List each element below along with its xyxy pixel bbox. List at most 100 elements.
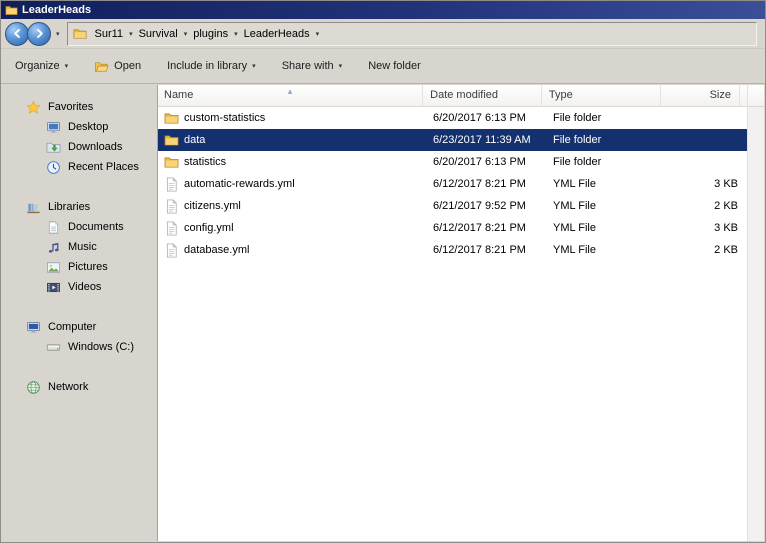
file-name-cell: automatic-rewards.yml [158, 177, 426, 192]
chevron-down-icon: ▾ [252, 62, 256, 70]
sidebar-group-label: Libraries [48, 201, 90, 213]
yml-file-icon [164, 199, 179, 214]
address-folder-icon [73, 27, 87, 41]
recent-pages-chevron-icon[interactable]: ▾ [51, 30, 64, 38]
window-title: LeaderHeads [22, 4, 91, 16]
address-bar[interactable]: Sur11▾Survival▾plugins▾LeaderHeads▾ [67, 22, 757, 46]
navigation-bar: ▾ Sur11▾Survival▾plugins▾LeaderHeads▾ [1, 19, 765, 49]
file-name: database.yml [184, 244, 249, 256]
sidebar-group: Favorites Desktop DownloadsRecent Places [2, 97, 157, 177]
file-name: automatic-rewards.yml [184, 178, 295, 190]
documents-icon [46, 220, 61, 235]
file-row-custom-statistics[interactable]: custom-statistics6/20/2017 6:13 PMFile f… [158, 107, 747, 129]
command-bar: Organize▾OpenInclude in library▾Share wi… [1, 49, 765, 84]
toolbar-open-button[interactable]: Open [94, 59, 141, 74]
file-name: statistics [184, 156, 226, 168]
chevron-down-icon: ▾ [339, 62, 343, 70]
forward-button[interactable] [27, 22, 51, 46]
sidebar-item-windows-c[interactable]: Windows (C:) [2, 337, 157, 357]
file-name-cell: database.yml [158, 243, 426, 258]
open-folder-icon [94, 59, 109, 74]
sidebar-group-label: Computer [48, 321, 96, 333]
music-icon [46, 240, 61, 255]
videos-icon [46, 280, 61, 295]
file-row-statistics[interactable]: statistics 6/20/2017 6:13 PMFile folder [158, 151, 747, 173]
sidebar-item-documents[interactable]: Documents [2, 217, 157, 237]
back-arrow-icon [11, 27, 24, 40]
desktop-icon [46, 120, 61, 135]
sidebar-group-network[interactable]: Network [2, 377, 157, 397]
file-date-cell: 6/12/2017 8:21 PM [426, 222, 546, 234]
column-header-filler [740, 85, 747, 107]
sidebar-group: Libraries Documents Music PicturesVideos [2, 197, 157, 297]
file-type-cell: YML File [546, 200, 666, 212]
sidebar-group-label: Favorites [48, 101, 93, 113]
column-header-size[interactable]: Size [661, 85, 740, 107]
toolbar-label: Include in library [167, 60, 247, 72]
breadcrumb-item-leaderheads[interactable]: LeaderHeads [241, 26, 313, 42]
computer-icon [26, 320, 41, 335]
breadcrumb-expand-icon[interactable]: ▾ [126, 30, 136, 38]
file-date-cell: 6/12/2017 8:21 PM [426, 178, 546, 190]
libraries-icon [26, 200, 41, 215]
toolbar-organize-button[interactable]: Organize▾ [15, 60, 68, 72]
file-type-cell: YML File [546, 244, 666, 256]
star-icon [26, 100, 41, 115]
toolbar-new-folder-button[interactable]: New folder [368, 60, 421, 72]
breadcrumb-expand-icon[interactable]: ▾ [313, 30, 323, 38]
file-date-cell: 6/20/2017 6:13 PM [426, 156, 546, 168]
toolbar-share-with-button[interactable]: Share with ▾ [282, 60, 343, 72]
forward-arrow-icon [33, 27, 46, 40]
navigation-pane: Favorites Desktop DownloadsRecent Places Li… [2, 85, 158, 541]
file-row-database-yml[interactable]: database.yml 6/12/2017 8:21 PMYML File2 K… [158, 239, 747, 261]
file-name: data [184, 134, 205, 146]
sidebar-group-libraries[interactable]: Libraries [2, 197, 157, 217]
title-bar: LeaderHeads [1, 1, 765, 19]
pictures-icon [46, 260, 61, 275]
downloads-icon [46, 140, 61, 155]
sidebar-item-pictures[interactable]: Pictures [2, 257, 157, 277]
sidebar-item-desktop[interactable]: Desktop [2, 117, 157, 137]
file-row-citizens-yml[interactable]: citizens.yml6/21/2017 9:52 PMYML File2 K… [158, 195, 747, 217]
file-size-cell: 2 KB [666, 244, 746, 256]
file-date-cell: 6/20/2017 6:13 PM [426, 112, 546, 124]
file-type-cell: File folder [546, 134, 666, 146]
breadcrumb-item-sur11[interactable]: Sur11 [92, 26, 127, 42]
sidebar-group: Network [2, 377, 157, 397]
column-header-type[interactable]: Type [542, 85, 661, 107]
breadcrumb-item-plugins[interactable]: plugins [190, 26, 231, 42]
file-row-data[interactable]: data6/23/2017 11:39 AMFile folder [158, 129, 747, 151]
sidebar-item-recent-places[interactable]: Recent Places [2, 157, 157, 177]
toolbar-include-in-library-button[interactable]: Include in library ▾ [167, 60, 256, 72]
file-name-cell: custom-statistics [158, 111, 426, 126]
drive-icon [46, 340, 61, 355]
yml-file-icon [164, 221, 179, 236]
column-header-name[interactable]: ▴Name [158, 85, 423, 107]
sidebar-group-computer[interactable]: Computer [2, 317, 157, 337]
file-row-config-yml[interactable]: config.yml6/12/2017 8:21 PMYML File3 KB [158, 217, 747, 239]
sidebar-item-label: Desktop [68, 121, 108, 133]
column-header-date-modified[interactable]: Date modified [423, 85, 542, 107]
sidebar-group-favorites[interactable]: Favorites [2, 97, 157, 117]
breadcrumb-expand-icon[interactable]: ▾ [181, 30, 191, 38]
file-type-cell: File folder [546, 156, 666, 168]
folder-icon [164, 111, 179, 126]
file-row-automatic-rewards-yml[interactable]: automatic-rewards.yml6/12/2017 8:21 PMYM… [158, 173, 747, 195]
file-type-cell: YML File [546, 222, 666, 234]
column-header-cap [748, 85, 764, 107]
file-date-cell: 6/12/2017 8:21 PM [426, 244, 546, 256]
breadcrumb-expand-icon[interactable]: ▾ [231, 30, 241, 38]
sidebar-item-downloads[interactable]: Downloads [2, 137, 157, 157]
toolbar-label: Open [114, 60, 141, 72]
breadcrumb-item-survival[interactable]: Survival [136, 26, 181, 42]
sidebar-item-label: Music [68, 241, 97, 253]
sidebar-item-videos[interactable]: Videos [2, 277, 157, 297]
back-button[interactable] [5, 22, 29, 46]
file-size-cell: 2 KB [666, 200, 746, 212]
toolbar-label: Organize [15, 60, 60, 72]
sidebar-group-label: Network [48, 381, 88, 393]
toolbar-label: Share with [282, 60, 334, 72]
file-name: custom-statistics [184, 112, 265, 124]
vertical-scrollbar[interactable] [747, 85, 764, 541]
sidebar-item-music[interactable]: Music [2, 237, 157, 257]
